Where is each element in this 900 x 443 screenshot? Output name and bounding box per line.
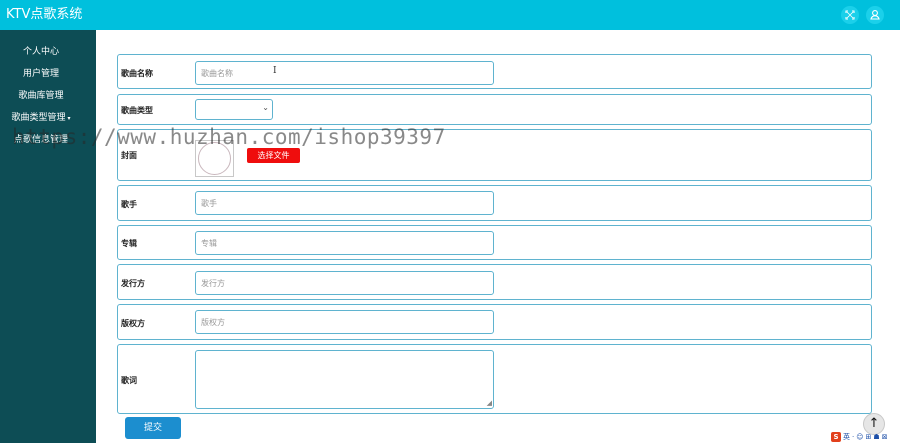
sidebar-item-song-library[interactable]: 歌曲库管理 — [0, 90, 82, 102]
form-row-publisher: 发行方 — [117, 264, 872, 300]
resize-handle-icon[interactable]: ◢ — [487, 400, 492, 407]
ime-logo-icon[interactable]: S — [831, 432, 841, 442]
form-row-song-type: 歌曲类型 ⌄ — [117, 94, 872, 125]
ime-toolbox-icon[interactable]: ⊠ — [882, 433, 888, 441]
lyrics-label: 歌词 — [121, 376, 137, 385]
singer-label: 歌手 — [121, 200, 137, 209]
song-name-input[interactable] — [195, 61, 494, 85]
album-input[interactable] — [195, 231, 494, 255]
sidebar-item-label: 歌曲类型管理 — [11, 113, 66, 123]
lyrics-textarea[interactable]: ◢ — [195, 350, 494, 409]
form-row-album: 专辑 — [117, 225, 872, 260]
singer-input[interactable] — [195, 191, 494, 215]
cover-label: 封面 — [121, 151, 137, 160]
form-row-singer: 歌手 — [117, 185, 872, 221]
sidebar-item-song-request[interactable]: 点歌信息管理 — [0, 134, 82, 146]
ime-toolbar: S 英 · ☺ ⊞ ☗ ⊠ — [831, 431, 888, 443]
copyright-label: 版权方 — [121, 319, 145, 328]
sidebar-item-label: 个人中心 — [22, 47, 59, 57]
sidebar-item-label: 点歌信息管理 — [13, 135, 68, 145]
choose-file-button[interactable]: 选择文件 — [247, 148, 300, 163]
song-type-label: 歌曲类型 — [121, 106, 153, 115]
form-row-song-name: 歌曲名称 — [117, 54, 872, 89]
sidebar-item-song-type[interactable]: 歌曲类型管理 ▾ — [0, 112, 82, 125]
copyright-input[interactable] — [195, 310, 494, 334]
sidebar-item-personal-center[interactable]: 个人中心 — [0, 46, 82, 58]
sidebar-item-label: 歌曲库管理 — [18, 91, 64, 101]
song-name-label: 歌曲名称 — [121, 69, 153, 78]
ime-lang-toggle[interactable]: 英 — [843, 432, 850, 442]
form-row-cover: 封面 选择文件 — [117, 129, 872, 181]
song-type-select[interactable]: ⌄ — [195, 99, 273, 120]
chevron-down-icon: ▾ — [67, 115, 71, 122]
form-row-lyrics: 歌词 ◢ — [117, 344, 872, 414]
user-icon[interactable] — [866, 6, 884, 24]
form-row-copyright: 版权方 — [117, 304, 872, 340]
chevron-down-icon: ⌄ — [262, 103, 269, 112]
sidebar: 个人中心 用户管理 歌曲库管理 歌曲类型管理 ▾ 点歌信息管理 — [0, 30, 96, 443]
sidebar-item-user-management[interactable]: 用户管理 — [0, 68, 82, 80]
ime-emoji-icon[interactable]: ☺ — [856, 433, 863, 441]
cover-placeholder-icon — [198, 142, 231, 175]
app-title: KTV点歌系统 — [6, 7, 83, 22]
submit-button[interactable]: 提交 — [125, 417, 181, 439]
sidebar-item-label: 用户管理 — [22, 69, 59, 79]
publisher-label: 发行方 — [121, 279, 145, 288]
cover-preview-image — [195, 140, 234, 177]
fullscreen-icon[interactable] — [841, 6, 859, 24]
album-label: 专辑 — [121, 239, 137, 248]
arrow-up-icon: ↑ — [868, 416, 880, 431]
top-bar: KTV点歌系统 — [0, 0, 900, 30]
text-cursor-icon: I — [273, 66, 277, 76]
ime-skin-icon[interactable]: ☗ — [873, 433, 879, 441]
publisher-input[interactable] — [195, 271, 494, 295]
ime-punctuation-icon[interactable]: · — [852, 433, 854, 441]
ime-keyboard-icon[interactable]: ⊞ — [866, 433, 872, 441]
